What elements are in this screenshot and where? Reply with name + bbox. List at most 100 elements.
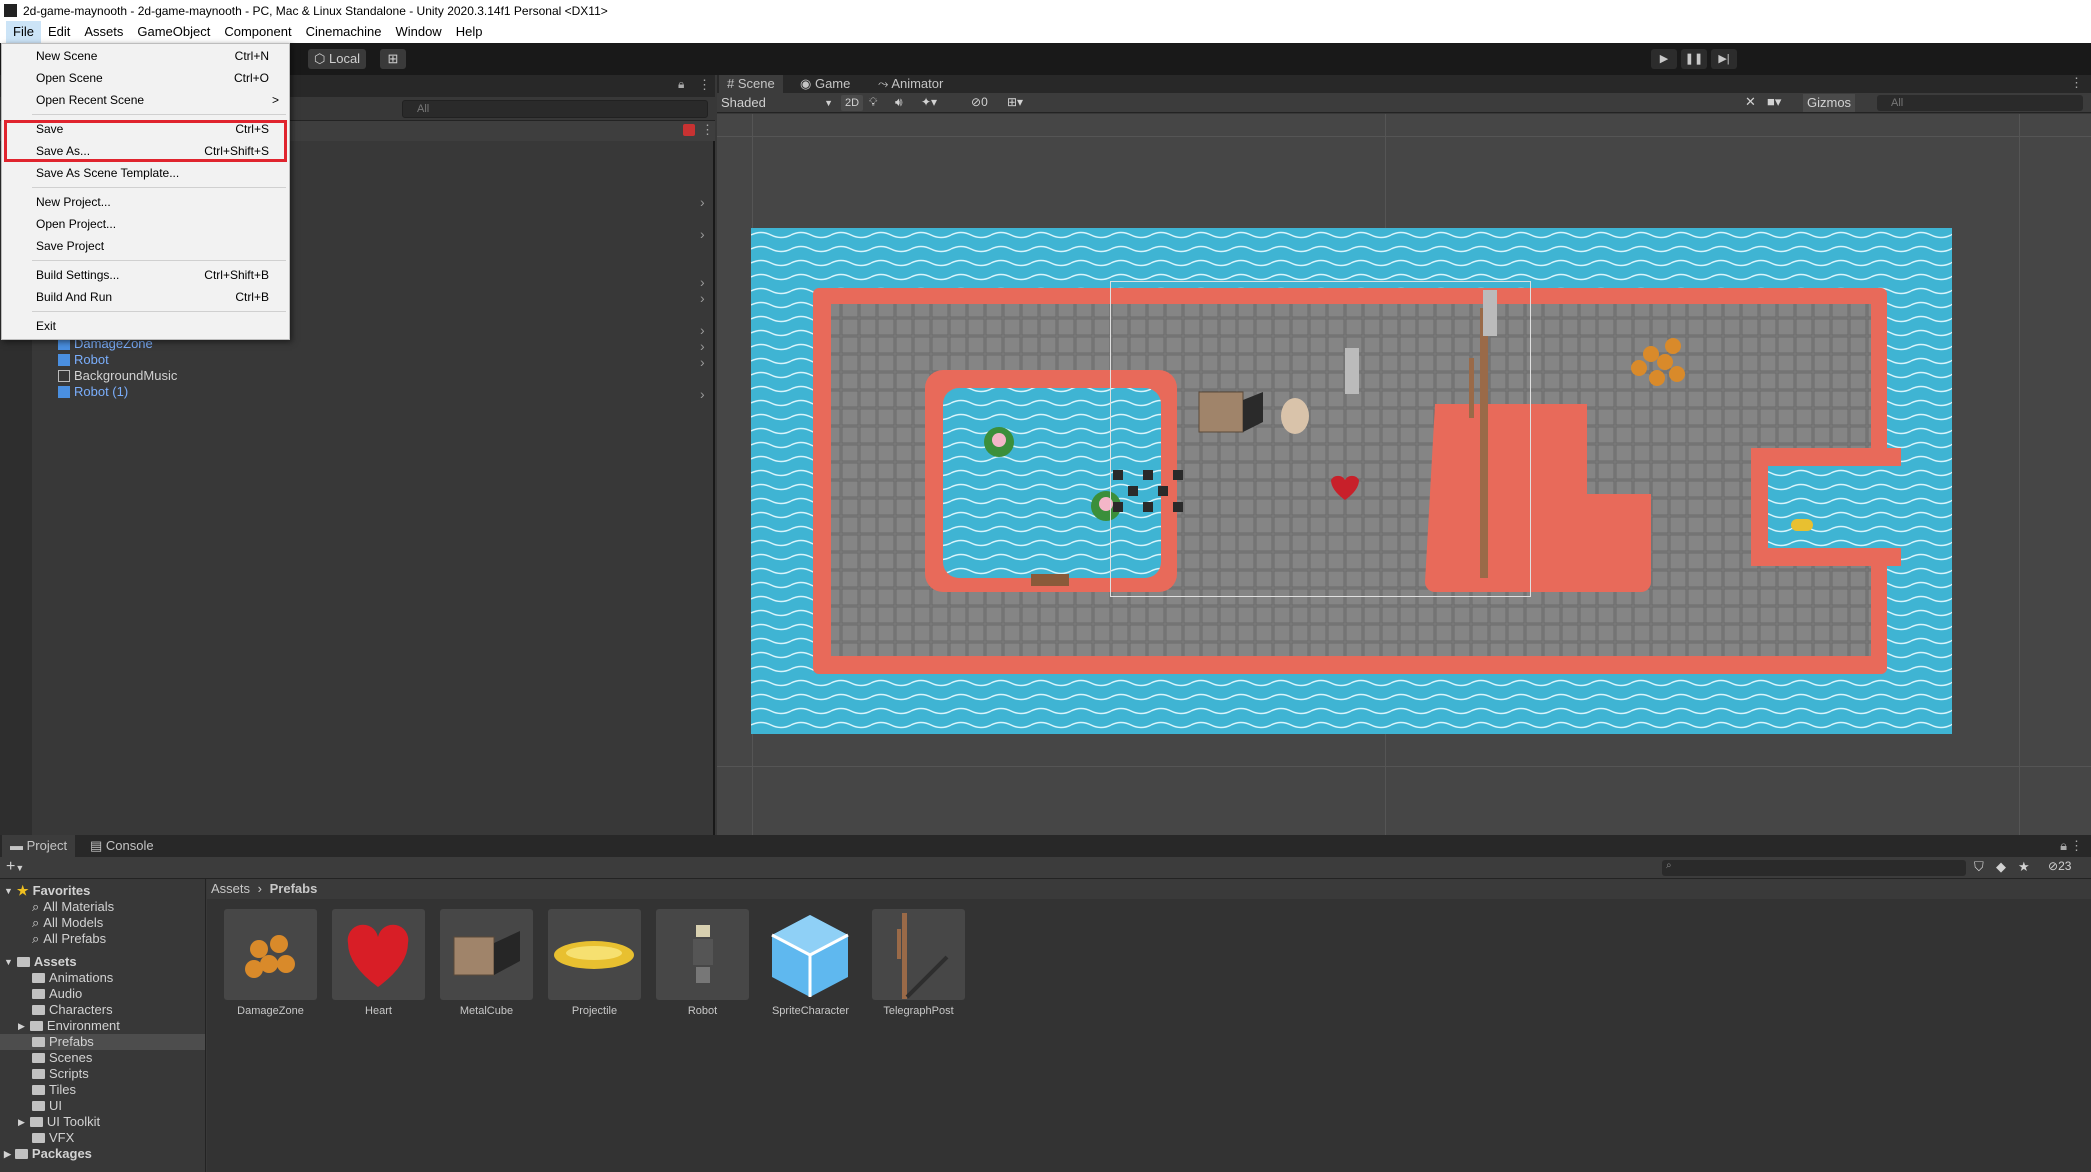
create-button[interactable]: +▼: [6, 858, 24, 876]
menu-gameobject[interactable]: GameObject: [130, 21, 217, 43]
pause-button[interactable]: ❚❚: [1681, 49, 1707, 69]
lock-icon[interactable]: 🔒︎: [678, 77, 684, 92]
folder-item-selected[interactable]: Prefabs: [0, 1034, 205, 1050]
folder-item[interactable]: Scripts: [32, 1066, 89, 1082]
packages-section[interactable]: ▶ Packages: [4, 1146, 92, 1162]
scene-search-input[interactable]: All: [1877, 95, 2083, 111]
asset-tile[interactable]: MetalCube: [440, 909, 533, 1017]
scene-viewport[interactable]: [717, 114, 2091, 835]
search-icon: ⌕: [1666, 860, 1672, 871]
menu-item-label: New Scene: [36, 49, 98, 63]
expand-chevron-icon[interactable]: ›: [700, 194, 705, 210]
breadcrumb-separator-icon: ›: [257, 881, 262, 896]
camera-icon[interactable]: ■▾: [1767, 94, 1781, 110]
hidden-packages-toggle[interactable]: ⊘23: [2048, 859, 2071, 873]
grid-line: [2019, 114, 2020, 835]
expand-chevron-icon[interactable]: ›: [700, 338, 705, 354]
menu-item-new-scene[interactable]: New Scene Ctrl+N: [2, 45, 289, 67]
hierarchy-item[interactable]: Robot (1): [58, 384, 128, 400]
menu-edit[interactable]: Edit: [41, 21, 77, 43]
expand-chevron-icon[interactable]: ›: [700, 386, 705, 402]
menu-item-save-project[interactable]: Save Project: [2, 235, 289, 257]
expand-chevron-icon[interactable]: ›: [700, 226, 705, 242]
expand-chevron-icon[interactable]: ›: [700, 322, 705, 338]
folder-item[interactable]: Characters: [32, 1002, 113, 1018]
project-search-input[interactable]: ⌕: [1662, 860, 1966, 876]
projectile-sprite: [1791, 519, 1813, 531]
menu-item-build-settings[interactable]: Build Settings... Ctrl+Shift+B: [2, 264, 289, 286]
favorite-item[interactable]: ⌕ All Prefabs: [32, 931, 106, 947]
folder-item[interactable]: VFX: [32, 1130, 74, 1146]
folder-item[interactable]: Tiles: [32, 1082, 76, 1098]
folder-item[interactable]: ▶ UI Toolkit: [18, 1114, 100, 1130]
assets-section[interactable]: ▼ Assets: [4, 954, 77, 970]
filter-by-label-icon[interactable]: ◆: [1996, 859, 2006, 875]
tab-console[interactable]: ▤ Console: [82, 835, 162, 857]
filter-by-type-icon[interactable]: ⛉: [1974, 859, 1984, 875]
grid-visibility-icon[interactable]: ⊞▾: [1007, 95, 1023, 109]
favorites-star-icon[interactable]: ★: [2018, 859, 2030, 875]
draw-mode-dropdown[interactable]: Shaded ▼: [719, 94, 837, 112]
damagezone-thumbnail: [224, 909, 317, 1000]
audio-icon[interactable]: 🔊︎: [895, 95, 903, 110]
expand-chevron-icon[interactable]: ›: [700, 354, 705, 370]
favorites-section[interactable]: ▼ ★ Favorites: [4, 883, 90, 899]
lighting-icon[interactable]: 💡︎: [869, 95, 877, 110]
scene-grid-icon: #: [727, 76, 735, 91]
gizmos-dropdown[interactable]: Gizmos: [1803, 94, 1855, 112]
menu-component[interactable]: Component: [217, 21, 298, 43]
menu-item-open-scene[interactable]: Open Scene Ctrl+O: [2, 67, 289, 89]
menu-item-save-as-scene-template[interactable]: Save As Scene Template...: [2, 162, 289, 184]
asset-tile[interactable]: Projectile: [548, 909, 641, 1017]
expand-arrow-icon: ▶: [18, 1117, 25, 1127]
hidden-objects-toggle[interactable]: ⊘0: [971, 95, 988, 109]
menu-help[interactable]: Help: [449, 21, 490, 43]
camera-bounds: [1110, 281, 1531, 597]
2d-mode-toggle[interactable]: 2D: [841, 95, 863, 111]
folder-item[interactable]: Audio: [32, 986, 82, 1002]
lock-icon[interactable]: 🔒︎: [2060, 838, 2067, 854]
asset-tile[interactable]: TelegraphPost: [872, 909, 965, 1017]
tab-animator[interactable]: ⤳ Animator: [870, 75, 951, 93]
scene-options-menu-icon[interactable]: ⋮: [2070, 75, 2083, 91]
menu-window[interactable]: Window: [388, 21, 448, 43]
asset-tile[interactable]: Robot: [656, 909, 749, 1017]
menu-assets[interactable]: Assets: [77, 21, 130, 43]
folder-item[interactable]: Scenes: [32, 1050, 92, 1066]
hierarchy-search-input[interactable]: All: [402, 100, 708, 118]
expand-arrow-icon: ▶: [4, 1149, 11, 1159]
tab-project[interactable]: ▬ Project: [2, 835, 76, 857]
kebab-menu-icon[interactable]: ⋮: [2070, 838, 2083, 854]
tab-scene[interactable]: # Scene: [719, 75, 783, 93]
breadcrumb-assets[interactable]: Assets: [211, 881, 250, 896]
menu-item-open-project[interactable]: Open Project...: [2, 213, 289, 235]
step-button[interactable]: ▶|: [1711, 49, 1737, 69]
menu-item-open-recent-scene[interactable]: Open Recent Scene >: [2, 89, 289, 111]
expand-chevron-icon[interactable]: ›: [700, 274, 705, 290]
tab-game[interactable]: ◉ Game: [792, 75, 858, 93]
play-button[interactable]: ▶: [1651, 49, 1677, 69]
scene-options-icon[interactable]: ⋮: [701, 122, 714, 138]
favorite-item[interactable]: ⌕ All Materials: [32, 899, 114, 915]
folder-item[interactable]: ▶ Environment: [18, 1018, 120, 1034]
grid-snapping-button[interactable]: ⊞: [380, 49, 406, 69]
local-toggle[interactable]: ⬡ Local: [308, 49, 367, 69]
expand-chevron-icon[interactable]: ›: [700, 290, 705, 306]
asset-tile[interactable]: Heart: [332, 909, 425, 1017]
hierarchy-item[interactable]: BackgroundMusic: [58, 368, 177, 384]
folder-item[interactable]: Animations: [32, 970, 113, 986]
effects-icon[interactable]: ✦▾: [921, 95, 937, 109]
menu-cinemachine[interactable]: Cinemachine: [299, 21, 389, 43]
asset-tile[interactable]: SpriteCharacter: [764, 909, 857, 1017]
menu-item-exit[interactable]: Exit: [2, 315, 289, 337]
kebab-menu-icon[interactable]: ⋮: [698, 77, 711, 93]
hierarchy-item[interactable]: Robot: [58, 352, 109, 368]
menu-item-new-project[interactable]: New Project...: [2, 191, 289, 213]
folder-item[interactable]: UI: [32, 1098, 62, 1114]
breadcrumb-prefabs[interactable]: Prefabs: [270, 881, 318, 896]
asset-tile[interactable]: DamageZone: [224, 909, 317, 1017]
menu-item-build-and-run[interactable]: Build And Run Ctrl+B: [2, 286, 289, 308]
menu-file[interactable]: File: [6, 21, 41, 43]
favorite-item[interactable]: ⌕ All Models: [32, 915, 103, 931]
tools-icon[interactable]: ✕: [1745, 94, 1756, 110]
